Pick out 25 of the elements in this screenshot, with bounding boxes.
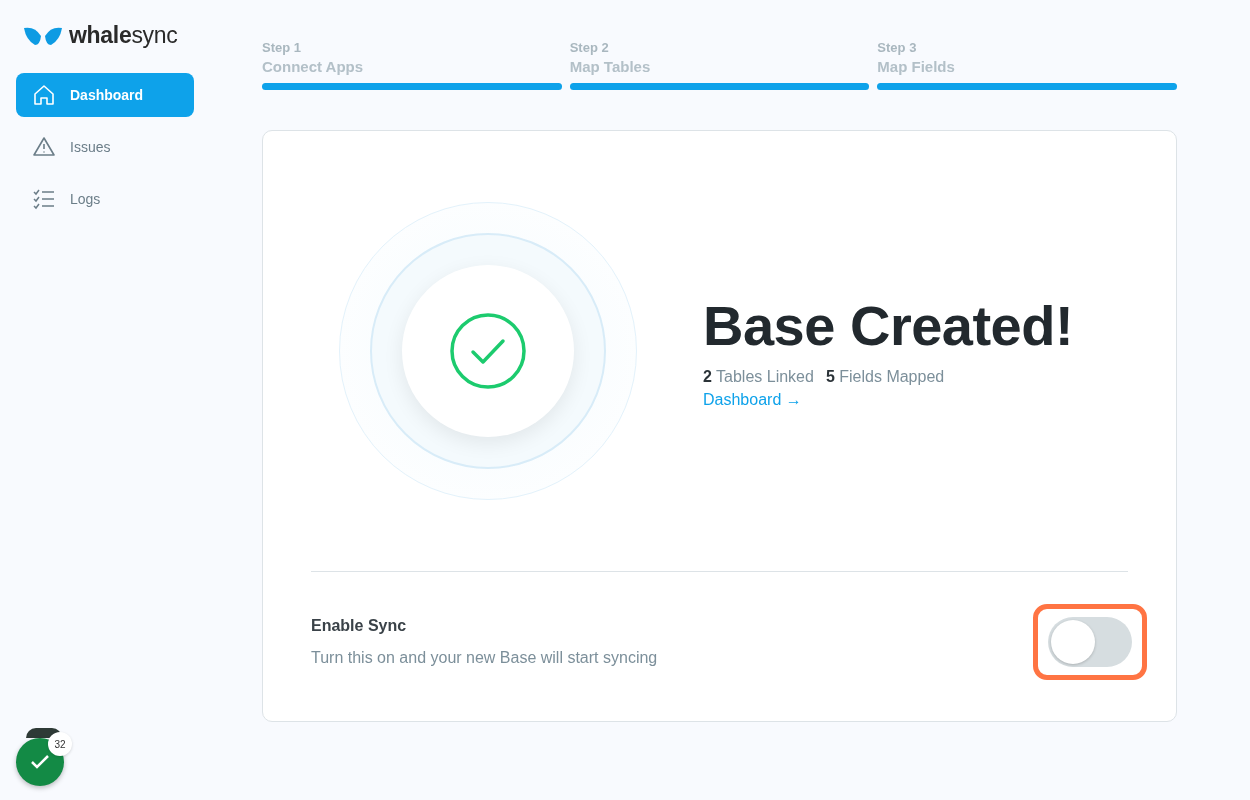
sidebar-item[interactable]: Dashboard xyxy=(16,73,194,117)
stat-text: 5 Fields Mapped xyxy=(825,368,945,386)
dashboard-link[interactable]: Dashboard → xyxy=(703,391,1074,409)
sync-description: Turn this on and your new Base will start syncing xyxy=(311,649,658,667)
step-number: Step 2 xyxy=(569,40,610,55)
sync-toggle[interactable] xyxy=(1048,617,1132,667)
home-icon xyxy=(32,83,56,107)
logo-icon xyxy=(23,25,63,46)
sidebar-item[interactable]: Issues xyxy=(16,125,194,169)
count-badge: 32 xyxy=(48,732,72,756)
step-label: Map Fields xyxy=(877,58,956,75)
warning-icon xyxy=(32,135,56,159)
success-title: Base Created! xyxy=(703,293,1074,358)
step-number: Step 1 xyxy=(262,40,302,55)
sync-title: Enable Sync xyxy=(311,617,408,635)
check-circle-icon xyxy=(449,312,527,390)
logo-text: whalesync xyxy=(69,22,178,49)
check-icon xyxy=(30,754,50,770)
step-label: Connect Apps xyxy=(262,58,365,75)
status-button[interactable] xyxy=(16,738,64,786)
checklist-icon xyxy=(32,187,56,211)
step-number: Step 3 xyxy=(877,40,918,55)
sidebar-item[interactable]: Logs xyxy=(16,177,194,221)
stat-text: 2 Tables Linked xyxy=(703,368,814,386)
step-label: Map Tables xyxy=(569,58,652,75)
